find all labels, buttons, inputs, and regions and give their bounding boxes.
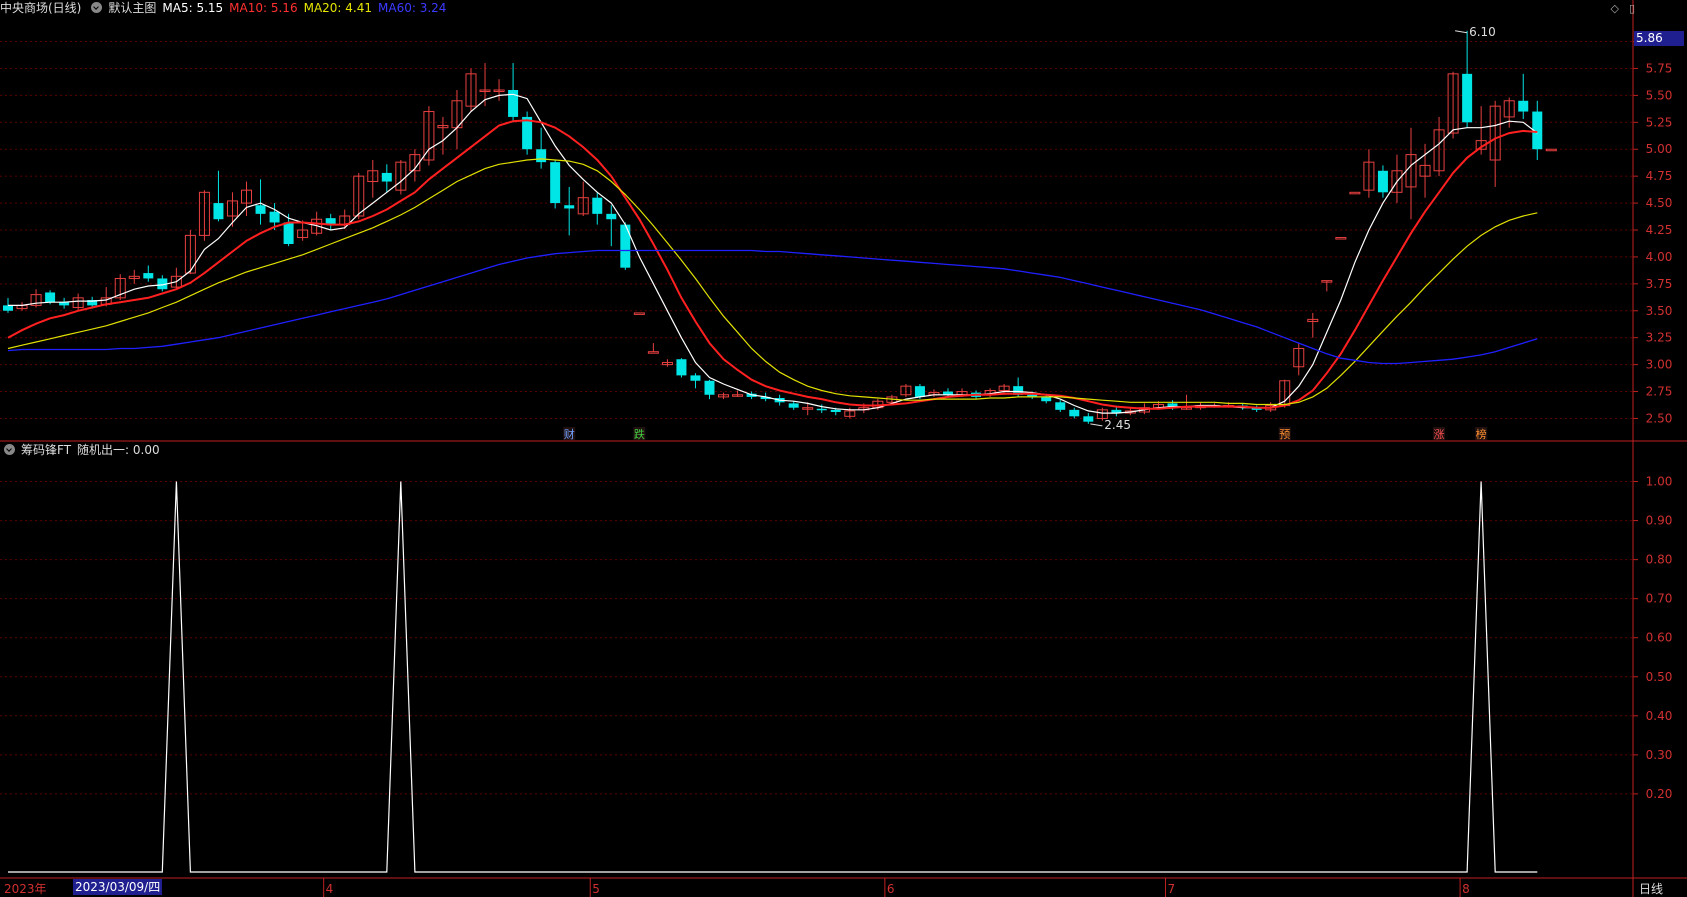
y-tick-label: 4.75	[1646, 169, 1673, 183]
event-label: 跌	[634, 427, 645, 441]
extreme-label: 2.45	[1104, 418, 1131, 432]
sub-y-tick-label: 0.70	[1646, 592, 1673, 606]
candle-body	[255, 205, 266, 214]
candle-body	[914, 386, 925, 397]
y-tick-label: 5.50	[1646, 88, 1673, 102]
event-label: 榜	[1476, 427, 1487, 441]
candle-body	[143, 273, 154, 279]
candle-body	[1041, 396, 1052, 402]
x-tick-label: 4	[326, 882, 334, 896]
indicator-line	[8, 481, 1538, 873]
template-dropdown-icon[interactable]	[91, 2, 103, 13]
sub-y-tick-label: 0.50	[1646, 670, 1673, 684]
last-price-box: 5.86	[1634, 31, 1684, 46]
sub-y-tick-label: 0.20	[1646, 787, 1673, 801]
ma5-legend: MA5: 5.15	[162, 1, 224, 15]
ma10-legend: MA10: 5.16	[229, 1, 298, 15]
y-tick-label: 2.75	[1646, 385, 1673, 399]
event-label: 预	[1279, 428, 1290, 441]
sub-y-tick-label: 1.00	[1646, 475, 1673, 489]
candle-body	[1055, 402, 1066, 410]
candle-body	[606, 213, 617, 220]
y-tick-label: 4.00	[1646, 250, 1673, 264]
x-tick-label: 5	[592, 882, 600, 896]
ma-line-ma10	[7, 119, 1538, 410]
candle-body	[381, 172, 392, 182]
stock-title: 中央商场(日线)	[0, 1, 82, 15]
candle-body	[1518, 100, 1529, 112]
year-label: 2023年	[4, 882, 47, 896]
candle-body	[633, 312, 645, 315]
main-header: 中央商场(日线) 默认主图 MA5: 5.15 MA10: 5.16 MA20: 4.4…	[0, 0, 452, 16]
y-tick-label: 5.75	[1646, 61, 1673, 75]
candle-body	[1335, 237, 1347, 240]
diamond-icon[interactable]: ◇	[1610, 2, 1618, 15]
x-tick-label: 8	[1462, 882, 1470, 896]
y-tick-label: 3.00	[1646, 358, 1673, 372]
y-tick-label: 3.50	[1646, 304, 1673, 318]
candle-body	[690, 375, 701, 381]
y-tick-label: 4.25	[1646, 223, 1673, 237]
y-tick-label: 5.00	[1646, 142, 1673, 156]
y-tick-label: 2.50	[1646, 411, 1673, 425]
sub-y-tick-label: 0.40	[1646, 709, 1673, 723]
candle-body	[676, 359, 687, 376]
candle-body	[213, 203, 224, 220]
candle-body	[1083, 416, 1094, 422]
indicator-name[interactable]: 筹码锋FT	[21, 443, 71, 457]
extreme-pointer	[1455, 30, 1468, 34]
candle-body	[564, 205, 575, 209]
candle-body	[620, 224, 631, 268]
candle-body	[592, 197, 603, 214]
indicator-dropdown-icon[interactable]	[4, 444, 15, 455]
event-label: 财	[564, 427, 575, 441]
ma20-legend: MA20: 4.41	[303, 1, 373, 15]
y-tick-label: 3.75	[1646, 277, 1673, 291]
ma-line-ma60	[7, 249, 1538, 365]
sub-y-tick-label: 0.30	[1646, 748, 1673, 762]
event-label: 涨	[1434, 428, 1445, 441]
price-chart[interactable]: 2.50 2.75 3.00 3.25 3.50 3.75 4.00 4.25 4.50 4.75…	[0, 0, 1687, 897]
candle-body	[788, 403, 799, 408]
x-tick-label: 7	[1167, 882, 1175, 896]
sub-y-tick-label: 0.90	[1646, 514, 1673, 528]
extreme-pointer	[1090, 423, 1103, 427]
candle-body	[522, 116, 533, 150]
ma-line-ma20	[7, 158, 1538, 406]
candle-body	[1069, 409, 1080, 417]
y-tick-label: 4.50	[1646, 196, 1673, 210]
candle-body	[1545, 148, 1557, 152]
window-icon[interactable]: ▯	[1629, 2, 1635, 15]
y-tick-label: 3.25	[1646, 331, 1673, 345]
sub-y-tick-label: 0.60	[1646, 631, 1673, 645]
x-tick-label: 6	[887, 882, 895, 896]
y-tick-label: 5.25	[1646, 115, 1673, 129]
indicator-value: 随机出一: 0.00	[77, 443, 160, 457]
candle-body	[45, 292, 56, 303]
template-name[interactable]: 默认主图	[108, 1, 156, 15]
candle-body	[1349, 191, 1361, 195]
candle-body	[830, 409, 841, 412]
candle-body	[647, 351, 659, 354]
candle-body	[283, 222, 294, 244]
period-label[interactable]: 日线	[1639, 880, 1663, 897]
candle-body	[1462, 73, 1473, 123]
candle-body	[1377, 170, 1388, 193]
candle-body	[269, 211, 280, 223]
candle-body	[3, 305, 13, 311]
extreme-label: 6.10	[1469, 25, 1496, 39]
sub-y-tick-label: 0.80	[1646, 553, 1673, 567]
top-icons: ◇ ▯	[1600, 2, 1635, 15]
candle-body	[704, 380, 715, 395]
candle-body	[816, 408, 827, 411]
candle-body	[550, 162, 561, 204]
candle-body	[536, 149, 547, 163]
ma60-legend: MA60: 3.24	[378, 1, 447, 15]
cursor-date: 2023/03/09/四	[73, 879, 163, 895]
ma-line-ma5	[8, 93, 1538, 414]
sub-header: 筹码锋FT 随机出一: 0.00	[0, 442, 166, 458]
